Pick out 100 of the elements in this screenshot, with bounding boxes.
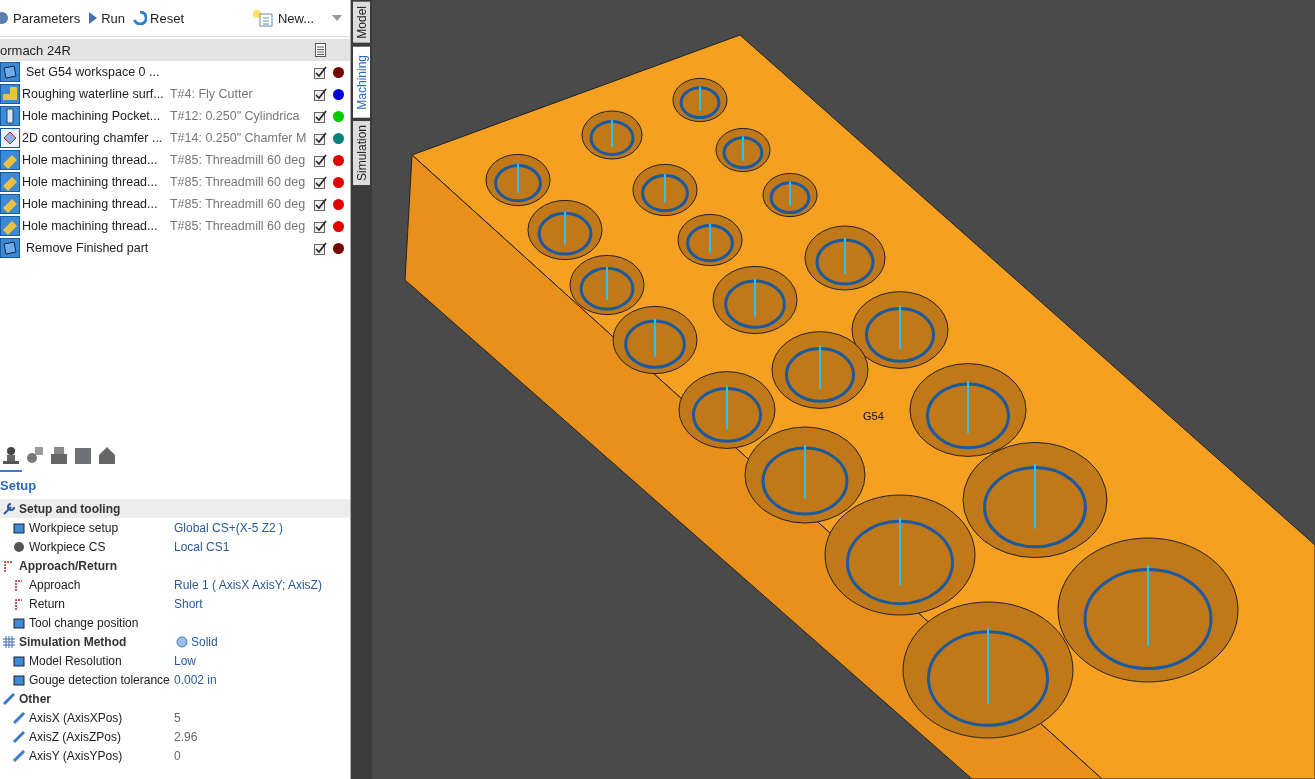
- toolbar-button[interactable]: Reset: [129, 6, 189, 30]
- operation-icon: [0, 172, 20, 192]
- checkbox-icon[interactable]: [314, 109, 327, 123]
- group-label[interactable]: Approach/Return: [19, 558, 117, 573]
- new-document-icon: [250, 9, 275, 27]
- tool-name: T#14: 0.250" Chamfer M: [169, 131, 308, 145]
- checkbox-icon[interactable]: [314, 87, 327, 101]
- property-value: 5: [174, 710, 181, 725]
- operation-name: Hole machining thread...: [22, 219, 159, 233]
- property-label: Workpiece setup: [29, 520, 119, 535]
- property-label: Model Resolution: [29, 653, 122, 668]
- panel-title: Setup: [0, 477, 38, 495]
- group-icon: [2, 501, 16, 516]
- operation-icon: [0, 62, 20, 82]
- toolbar-button[interactable]: Parameters: [0, 6, 85, 30]
- operation-icon: [0, 194, 20, 214]
- group-label[interactable]: Other: [19, 691, 51, 706]
- property-icon: [12, 615, 26, 630]
- operation-icon: [0, 216, 20, 236]
- property-icon: [12, 729, 26, 744]
- operation-name: Set G54 workspace 0 ...: [25, 65, 160, 79]
- property-label: Tool change position: [29, 615, 139, 630]
- project-name: ormach 24R: [0, 42, 71, 58]
- operation-row[interactable]: Set G54 workspace 0 ...: [0, 61, 350, 83]
- property-label: AxisY (AxisYPos): [29, 748, 123, 763]
- operation-name: Hole machining thread...: [22, 153, 159, 167]
- checkbox-icon[interactable]: [314, 153, 327, 167]
- property-icon: [12, 672, 26, 687]
- property-value: 2.96: [174, 729, 198, 744]
- view-tab[interactable]: [0, 445, 22, 472]
- operation-row[interactable]: Hole machining Pocket... T#12: 0.250" Cylindrica: [0, 105, 350, 127]
- house-icon: [97, 445, 117, 465]
- fixture-icon: [49, 445, 69, 465]
- operation-row[interactable]: Remove Finished part: [0, 237, 350, 259]
- operation-row[interactable]: Hole machining thread... T#85: Threadmill 60 deg: [0, 193, 350, 215]
- sphere-icon: [176, 635, 188, 648]
- property-value[interactable]: Solid: [191, 634, 218, 649]
- property-label: Return: [29, 596, 66, 611]
- tool-name: T#85: Threadmill 60 deg: [169, 153, 307, 167]
- property-value[interactable]: 0.002 in: [174, 672, 217, 687]
- property-label: AxisX (AxisXPos): [29, 710, 123, 725]
- operation-row[interactable]: Hole machining thread... T#85: Threadmill 60 deg: [0, 215, 350, 237]
- origin-label: G54: [863, 410, 884, 422]
- tool-name: T#85: Threadmill 60 deg: [169, 175, 307, 189]
- operation-name: Hole machining thread...: [22, 197, 159, 211]
- property-value[interactable]: Low: [174, 653, 196, 668]
- cube-icon: [73, 445, 93, 465]
- toolbar-button[interactable]: New...: [246, 6, 318, 30]
- operation-icon: [0, 84, 20, 104]
- property-label: AxisZ (AxisZPos): [29, 729, 121, 744]
- property-icon: [12, 748, 26, 763]
- caret-icon[interactable]: [332, 15, 342, 21]
- operation-icon: [0, 128, 20, 148]
- checkbox-icon[interactable]: [314, 241, 327, 255]
- side-tab[interactable]: Simulation: [353, 121, 370, 186]
- checkbox-icon[interactable]: [314, 65, 327, 79]
- operation-row[interactable]: Hole machining thread... T#85: Threadmill 60 deg: [0, 149, 350, 171]
- tool-name: T#85: Threadmill 60 deg: [169, 219, 307, 233]
- refresh-icon: [133, 11, 148, 25]
- property-icon: [12, 653, 26, 668]
- group-icon: [2, 691, 16, 706]
- operation-icon: [0, 150, 20, 170]
- checkbox-icon[interactable]: [314, 175, 327, 189]
- checkbox-icon[interactable]: [314, 219, 327, 233]
- operation-row[interactable]: Roughing waterline surf... T#4: Fly Cutter: [0, 83, 350, 105]
- operation-row[interactable]: Hole machining thread... T#85: Threadmill 60 deg: [0, 171, 350, 193]
- operation-icon: [0, 238, 20, 258]
- operation-icon: [0, 106, 20, 126]
- side-tab[interactable]: Model: [353, 2, 370, 43]
- operation-name: Remove Finished part: [25, 241, 149, 255]
- property-value[interactable]: Rule 1 ( AxisX AxisY; AxisZ): [174, 577, 322, 592]
- operation-name: 2D contouring chamfer ...: [22, 131, 164, 145]
- document-icon[interactable]: [315, 43, 326, 57]
- group-icon: [2, 634, 16, 649]
- group-label[interactable]: Setup and tooling: [19, 501, 121, 516]
- viewport[interactable]: G54: [372, 0, 1315, 779]
- group-header-bar[interactable]: Setup and tooling: [0, 499, 350, 518]
- tool-name: T#12: 0.250" Cylindrica: [169, 109, 301, 123]
- tool-name: T#4: Fly Cutter: [169, 87, 254, 101]
- property-value[interactable]: Short: [174, 596, 203, 611]
- operation-row[interactable]: 2D contouring chamfer ... T#14: 0.250" Chamfer M: [0, 127, 350, 149]
- property-label: Gouge detection tolerance: [29, 672, 170, 687]
- property-label: Workpiece CS: [29, 539, 106, 554]
- property-icon: [12, 710, 26, 725]
- group-label[interactable]: Simulation Method: [19, 634, 127, 649]
- property-value[interactable]: Global CS+(X-5 Z2 ): [174, 520, 284, 535]
- tool-name: T#85: Threadmill 60 deg: [169, 197, 307, 211]
- operation-name: Roughing waterline surf...: [22, 87, 165, 101]
- play-icon: [88, 11, 99, 25]
- side-tab[interactable]: Machining: [353, 46, 370, 118]
- operation-name: Hole machining Pocket...: [22, 109, 162, 123]
- property-label: Approach: [29, 577, 81, 592]
- operation-name: Hole machining thread...: [22, 175, 159, 189]
- toolbar-button[interactable]: Run: [84, 6, 130, 30]
- property-icon: [12, 520, 26, 535]
- property-value: 0: [174, 748, 181, 763]
- machine-icon: [1, 445, 21, 465]
- property-value[interactable]: Local CS1: [174, 539, 230, 554]
- checkbox-icon[interactable]: [314, 131, 327, 145]
- checkbox-icon[interactable]: [314, 197, 327, 211]
